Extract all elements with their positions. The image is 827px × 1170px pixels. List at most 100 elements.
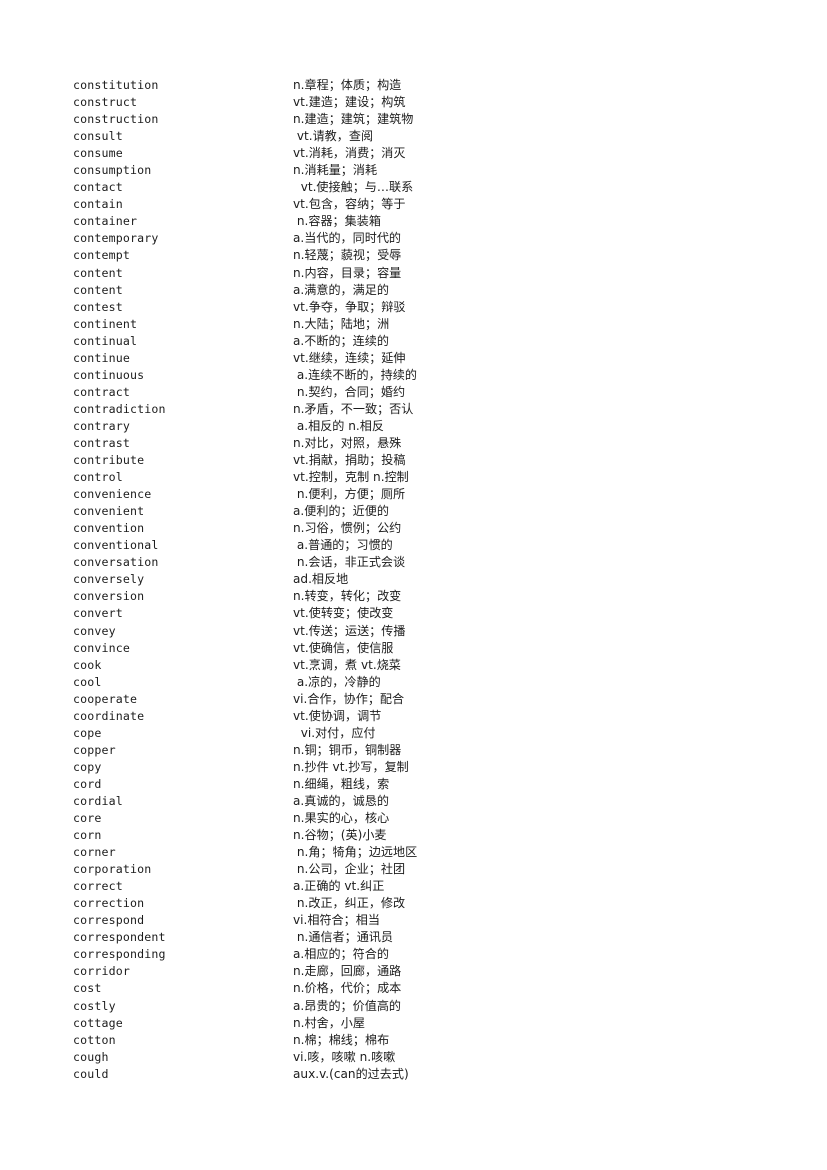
vocab-definition: n.果实的心，核心 [293, 811, 390, 826]
vocab-word: coordinate [73, 708, 145, 723]
vocab-definition: vt.包含，容纳；等于 [293, 197, 406, 212]
vocab-word: continent [73, 316, 138, 331]
vocab-row: convert vt.使转变；使改变 [73, 605, 763, 622]
vocab-word: container [73, 214, 138, 229]
vocab-row: construction n.建造；建筑；建筑物 [73, 111, 763, 128]
vocab-row: correct a.正确的 vt.纠正 [73, 878, 763, 895]
vocab-definition: vt.继续，连续；延伸 [293, 350, 406, 365]
vocab-word: continuous [73, 367, 145, 382]
vocab-word: contradiction [73, 401, 166, 416]
vocab-row: convey vt.传送；运送；传播 [73, 623, 763, 640]
vocab-definition: n.大陆；陆地；洲 [293, 316, 390, 331]
vocab-definition: vi.合作，协作；配合 [293, 691, 405, 706]
vocab-row: core n.果实的心，核心 [73, 810, 763, 827]
vocab-word: continue [73, 350, 131, 365]
vocab-definition: n.角；犄角；边远地区 [293, 845, 418, 860]
vocab-word: contact [73, 180, 123, 195]
vocab-word: corridor [73, 964, 131, 979]
vocab-word: cottage [73, 1015, 123, 1030]
vocab-definition: n.谷物；(英)小麦 [293, 828, 387, 843]
vocab-word: corporation [73, 862, 152, 877]
vocab-row: contemporary a.当代的，同时代的 [73, 230, 763, 247]
vocab-word: contribute [73, 453, 145, 468]
vocab-definition: n.章程；体质；构造 [293, 78, 402, 92]
vocab-definition: n.矛盾，不一致；否认 [293, 401, 414, 416]
vocab-word: corn [73, 828, 102, 843]
vocab-word: convention [73, 521, 145, 536]
vocab-word: conventional [73, 538, 159, 553]
vocab-definition: ad.相反地 [293, 572, 349, 587]
vocab-definition: n.建造；建筑；建筑物 [293, 112, 414, 127]
vocab-row: convenience n.便利，方便；厕所 [73, 486, 763, 503]
vocab-word: consume [73, 146, 123, 161]
vocab-row: conversion n.转变，转化；改变 [73, 588, 763, 605]
vocab-row: control vt.控制，克制 n.控制 [73, 469, 763, 486]
vocab-word: construction [73, 112, 159, 127]
vocab-row: consumption n.消耗量；消耗 [73, 162, 763, 179]
vocab-row: corn n.谷物；(英)小麦 [73, 827, 763, 844]
vocab-word: correspondent [73, 930, 166, 945]
vocab-definition: n.对比，对照，悬殊 [293, 435, 402, 450]
vocab-row: contradiction n.矛盾，不一致；否认 [73, 401, 763, 418]
vocab-definition: n.抄件 vt.抄写，复制 [293, 759, 409, 774]
vocab-row: continue vt.继续，连续；延伸 [73, 350, 763, 367]
vocab-word: construct [73, 95, 138, 110]
vocab-row: container n.容器；集装箱 [73, 213, 763, 230]
vocab-definition: a.不断的；连续的 [293, 333, 389, 348]
vocab-word: convert [73, 606, 123, 621]
vocab-row: cough vi.咳，咳嗽 n.咳嗽 [73, 1049, 763, 1066]
vocab-word: cool [73, 674, 102, 689]
vocab-row: consume vt.消耗，消费；消灭 [73, 145, 763, 162]
vocab-row: continual a.不断的；连续的 [73, 333, 763, 350]
vocab-definition: n.转变，转化；改变 [293, 589, 402, 604]
vocab-word: cotton [73, 1032, 116, 1047]
vocab-row: contrary a.相反的 n.相反 [73, 418, 763, 435]
vocab-definition: n.内容，目录；容量 [293, 265, 402, 280]
vocab-row: contract n.契约，合同；婚约 [73, 384, 763, 401]
vocab-definition: vt.烹调，煮 vt.烧菜 [293, 657, 401, 672]
vocab-row: cook vt.烹调，煮 vt.烧菜 [73, 657, 763, 674]
vocab-word: cordial [73, 793, 123, 808]
vocab-definition: vt.使接触；与…联系 [293, 180, 414, 195]
vocab-word: cook [73, 657, 102, 672]
vocab-row: conversely ad.相反地 [73, 571, 763, 588]
vocabulary-list: constitution n.章程；体质；构造 construct vt.建造；建设；… [73, 77, 763, 1083]
vocab-row: cordial a.真诚的，诚恳的 [73, 793, 763, 810]
vocab-definition: vt.请教，查阅 [293, 129, 374, 144]
vocab-definition: vt.争夺，争取；辩驳 [293, 299, 406, 314]
vocab-definition: a.正确的 vt.纠正 [293, 879, 385, 894]
vocab-word: correct [73, 879, 123, 894]
vocab-definition: a.当代的，同时代的 [293, 231, 402, 246]
vocab-word: core [73, 811, 102, 826]
vocab-definition: a.昂贵的；价值高的 [293, 998, 402, 1013]
vocab-row: copy n.抄件 vt.抄写，复制 [73, 759, 763, 776]
vocab-definition: a.普通的；习惯的 [293, 538, 393, 553]
vocab-definition: n.村舍，小屋 [293, 1015, 365, 1030]
vocab-row: corporation n.公司，企业；社团 [73, 861, 763, 878]
vocab-word: cord [73, 776, 102, 791]
vocab-word: cough [73, 1049, 109, 1064]
vocab-word: content [73, 265, 123, 280]
vocab-definition: vt.使协调，调节 [293, 708, 382, 723]
vocab-word: content [73, 282, 123, 297]
vocab-row: correspond vi.相符合；相当 [73, 912, 763, 929]
vocab-word: contrast [73, 435, 131, 450]
vocab-row: contain vt.包含，容纳；等于 [73, 196, 763, 213]
vocab-definition: vi.相符合；相当 [293, 913, 380, 928]
vocab-row: contact vt.使接触；与…联系 [73, 179, 763, 196]
vocab-word: copper [73, 742, 116, 757]
vocab-row: coordinate vt.使协调，调节 [73, 708, 763, 725]
vocab-row: could aux.v.(can的过去式) [73, 1066, 763, 1083]
vocab-definition: a.相应的；符合的 [293, 947, 389, 962]
vocab-row: correspondent n.通信者；通讯员 [73, 929, 763, 946]
vocab-row: content a.满意的，满足的 [73, 282, 763, 299]
vocab-definition: a.相反的 n.相反 [293, 418, 384, 433]
vocab-definition: n.轻蔑；藐视；受辱 [293, 248, 402, 263]
vocab-row: cool a.凉的，冷静的 [73, 674, 763, 691]
vocab-word: corner [73, 845, 116, 860]
vocab-definition: a.满意的，满足的 [293, 282, 389, 297]
vocab-definition: vt.消耗，消费；消灭 [293, 146, 406, 161]
vocab-definition: a.便利的；近便的 [293, 504, 389, 519]
vocab-row: content n.内容，目录；容量 [73, 265, 763, 282]
vocab-row: cope vi.对付，应付 [73, 725, 763, 742]
